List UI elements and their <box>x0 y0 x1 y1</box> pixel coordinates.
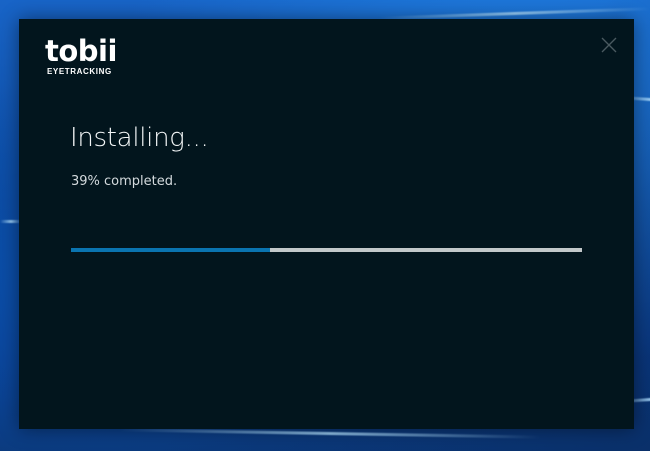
logo-tagline: EYETRACKING <box>47 67 112 76</box>
wallpaper-light-ray <box>120 428 540 439</box>
tobii-logo: tobii EYETRACKING <box>45 35 129 79</box>
installer-window: tobii EYETRACKING Installing... 39% comp… <box>19 19 634 429</box>
close-icon <box>601 37 617 53</box>
progress-status-text: 39% completed. <box>71 174 178 189</box>
close-button[interactable] <box>600 36 618 54</box>
logo-wordmark: tobii <box>45 34 117 68</box>
installing-title: Installing... <box>70 123 209 153</box>
wallpaper-light-ray <box>380 7 650 20</box>
progress-bar <box>71 248 582 252</box>
progress-bar-fill <box>71 248 271 252</box>
